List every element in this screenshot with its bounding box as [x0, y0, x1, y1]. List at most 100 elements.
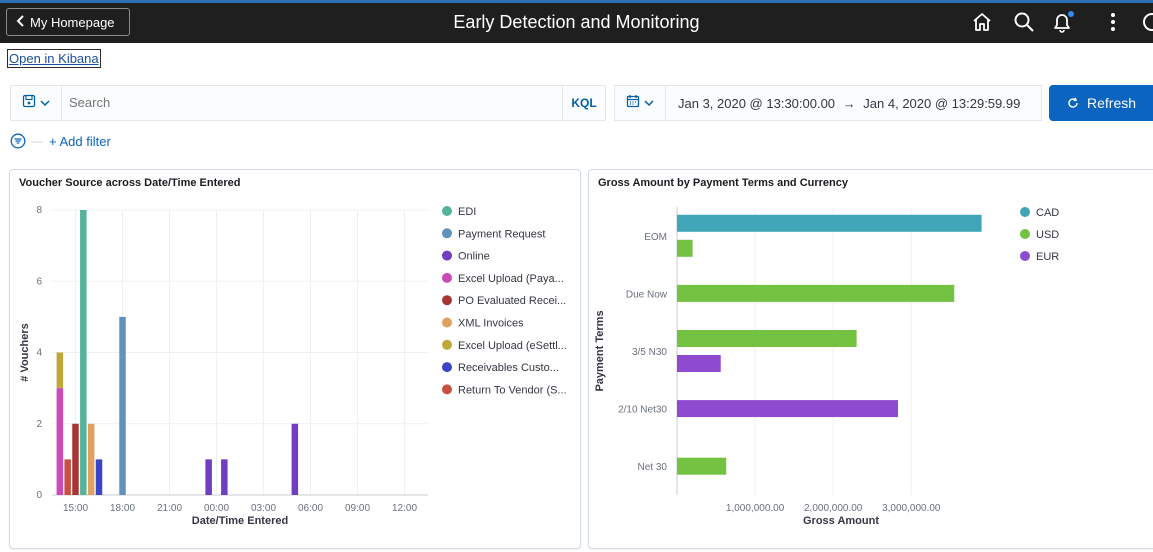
refresh-button[interactable]: Refresh	[1049, 85, 1153, 121]
y-tick-label: 2/10 Net30	[618, 405, 667, 416]
top-bar: My Homepage Early Detection and Monitori…	[0, 0, 1153, 43]
y-tick-label: 3/5 N30	[632, 347, 667, 358]
refresh-label: Refresh	[1087, 95, 1137, 111]
legend-item: EUR	[1036, 251, 1059, 263]
bar	[677, 214, 982, 232]
legend-swatch	[442, 272, 452, 283]
y-tick-label: Due Now	[626, 289, 668, 300]
y-tick-label: 6	[36, 276, 42, 287]
gross-amount-chart: 1,000,000.00 2,000,000.00 3,000,000.00 EOM D…	[594, 207, 1059, 527]
legend-item: Online	[458, 251, 490, 263]
x-tick-label: 2,000,000.00	[804, 503, 863, 514]
x-tick-label: 18:00	[110, 503, 135, 514]
x-tick-label: 03:00	[251, 503, 276, 514]
bar-segment	[95, 459, 103, 495]
legend-item: USD	[1036, 229, 1059, 241]
bar-segment	[64, 459, 71, 495]
bar	[677, 355, 721, 372]
x-tick-label: 12:00	[392, 503, 417, 514]
saved-query-icon	[22, 94, 36, 113]
legend-swatch	[1020, 229, 1030, 239]
add-filter-button[interactable]: + Add filter	[49, 134, 111, 149]
filter-menu-icon[interactable]	[10, 133, 26, 149]
legend-swatch	[442, 317, 452, 328]
legend-item: EDI	[458, 206, 476, 218]
kql-toggle-button[interactable]: KQL	[562, 86, 605, 120]
calendar-icon	[626, 94, 640, 113]
legend-item: Excel Upload (eSettl...	[458, 340, 567, 352]
legend-item: PO Evaluated Recei...	[458, 295, 566, 307]
bar-segment	[56, 388, 64, 495]
x-tick-label: 00:00	[204, 503, 229, 514]
more-vertical-icon[interactable]	[1101, 10, 1125, 34]
x-axis-title: Gross Amount	[803, 515, 879, 527]
legend-swatch	[442, 250, 452, 261]
legend-item: Return To Vendor (S...	[458, 384, 567, 396]
bar-segment	[205, 459, 212, 495]
y-tick-label: EOM	[644, 232, 667, 243]
top-accent-line	[0, 0, 1153, 3]
bar-segment	[221, 459, 228, 495]
y-tick-label: 0	[36, 490, 42, 501]
legend-swatch	[442, 228, 452, 239]
date-picker: Jan 3, 2020 @ 13:30:00.00 → Jan 4, 2020 …	[614, 85, 1042, 121]
voucher-source-panel: Voucher Source across Date/Time Entered …	[9, 169, 581, 549]
search-input[interactable]	[67, 94, 551, 111]
voucher-source-chart: 0 2 4 6 8 15:00 18:00 21:00 00:00 03:00 06:00 09:00…	[19, 205, 567, 527]
legend-item: XML Invoices	[458, 318, 524, 330]
bar-segment	[80, 210, 87, 495]
legend-swatch	[442, 339, 452, 350]
date-start[interactable]: Jan 3, 2020 @ 13:30:00.00	[678, 96, 835, 111]
legend-item: Excel Upload (Paya...	[458, 273, 564, 285]
x-tick-label: 1,000,000.00	[726, 503, 785, 514]
x-tick-label: 3,000,000.00	[882, 503, 941, 514]
legend-swatch	[442, 206, 452, 216]
x-tick-label: 06:00	[298, 503, 323, 514]
y-tick-label: Net 30	[638, 462, 668, 473]
filter-bar: — + Add filter	[10, 131, 111, 151]
chevron-down-icon	[40, 94, 50, 112]
quick-date-button[interactable]	[615, 86, 666, 120]
y-axis-title: Payment Terms	[594, 310, 606, 391]
x-tick-label: 09:00	[345, 503, 370, 514]
bar-segment	[119, 316, 126, 495]
bar	[677, 284, 955, 302]
y-tick-label: 8	[36, 205, 42, 216]
bar-segment	[87, 423, 95, 495]
bar	[677, 400, 899, 418]
legend-swatch	[442, 384, 452, 395]
legend-swatch	[1020, 251, 1030, 261]
home-icon[interactable]	[970, 10, 994, 34]
date-end[interactable]: Jan 4, 2020 @ 13:29:59.99	[863, 96, 1020, 111]
bar	[677, 330, 857, 347]
y-tick-label: 4	[36, 348, 42, 359]
nav-icon[interactable]	[1140, 10, 1153, 34]
arrow-right-icon: →	[842, 96, 856, 111]
y-axis-title: # Vouchers	[19, 323, 31, 382]
legend-item: Receivables Custo...	[458, 362, 559, 374]
legend-swatch	[442, 295, 452, 306]
legend-swatch	[442, 362, 452, 373]
search-icon[interactable]	[1012, 10, 1036, 34]
legend-swatch	[1020, 207, 1030, 217]
refresh-icon	[1067, 97, 1079, 109]
saved-query-button[interactable]	[11, 86, 62, 120]
open-in-kibana-link[interactable]: Open in Kibana	[7, 49, 101, 68]
chevron-down-icon	[644, 94, 654, 112]
x-tick-label: 21:00	[157, 503, 182, 514]
bar-segment	[291, 423, 299, 495]
bar	[677, 239, 693, 257]
bell-icon[interactable]	[1050, 10, 1074, 34]
x-axis-title: Date/Time Entered	[192, 515, 288, 527]
date-range[interactable]: Jan 3, 2020 @ 13:30:00.00 → Jan 4, 2020 …	[678, 96, 1020, 111]
bar	[677, 457, 727, 475]
y-tick-label: 2	[36, 419, 42, 430]
gross-amount-panel: Gross Amount by Payment Terms and Curren…	[588, 169, 1153, 549]
bar-segment	[56, 352, 64, 389]
filter-divider: —	[31, 134, 43, 148]
x-tick-label: 15:00	[63, 503, 88, 514]
search-bar: KQL	[10, 85, 606, 121]
legend-item: CAD	[1036, 207, 1059, 219]
legend-item: Payment Request	[458, 228, 545, 240]
bar-segment	[72, 423, 79, 495]
